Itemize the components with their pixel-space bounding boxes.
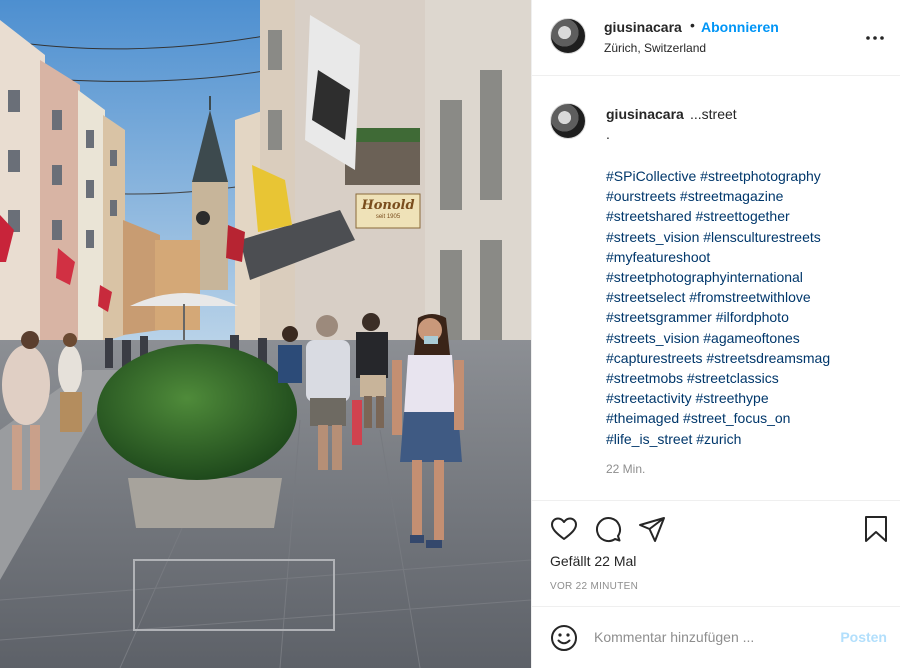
follow-separator: • [690,17,695,33]
hashtag-line[interactable]: #streetmobs #streetclassics [606,368,891,388]
emoji-icon[interactable] [550,624,578,652]
hashtag-list: #SPiCollective #streetphotography #ourst… [606,166,891,449]
comment-form: Posten [532,606,900,668]
comment-icon[interactable] [594,515,622,543]
caption-username-link[interactable]: giusinacara [606,106,684,122]
caption-avatar[interactable] [550,103,586,139]
more-options-icon[interactable] [863,28,887,48]
hashtag-line[interactable]: #capturestreets #streetsdreamsmag [606,348,891,368]
share-icon[interactable] [638,515,666,543]
post-photo[interactable]: Honold seit 1905 [0,0,531,668]
caption-first-line: ...street [690,106,737,122]
avatar[interactable] [550,18,586,54]
comment-input[interactable] [594,625,824,649]
caption-dot-line: . [606,126,610,142]
hashtag-line[interactable]: #streetsgrammer #ilfordphoto [606,307,891,327]
follow-button[interactable]: Abonnieren [701,19,779,35]
location-link[interactable]: Zürich, Switzerland [604,41,706,55]
heart-icon[interactable] [550,515,578,543]
hashtag-line[interactable]: #myfeatureshoot [606,247,891,267]
hashtag-line[interactable]: #SPiCollective #streetphotography [606,166,891,186]
shop-sign-name: Honold [361,198,415,213]
shop-sign-sub: seit 1905 [375,214,401,220]
post-caption: giusinacara ...street . #SPiCollective #… [532,76,900,500]
likes-count[interactable]: Gefällt 22 Mal [550,553,636,569]
hashtag-line[interactable]: #streets_vision #lensculturestreets [606,227,891,247]
post-comment-button[interactable]: Posten [840,629,887,645]
hashtag-line[interactable]: #streetshared #streettogether [606,206,891,226]
street-scene [0,0,531,668]
hashtag-line[interactable]: #streetactivity #streethype [606,388,891,408]
hashtag-line[interactable]: #ourstreets #streetmagazine [606,186,891,206]
post-details-panel: giusinacara • Abonnieren Zürich, Switzer… [531,0,900,668]
post-actions: Gefällt 22 Mal VOR 22 MINUTEN [532,500,900,606]
post-timestamp: VOR 22 MINUTEN [550,581,639,592]
username-link[interactable]: giusinacara [604,19,682,35]
hashtag-line[interactable]: #streets_vision #agameoftones [606,328,891,348]
hashtag-line[interactable]: #life_is_street #zurich [606,429,891,449]
instagram-post: Honold seit 1905 giusinacara • Abonniere… [0,0,900,668]
caption-timestamp: 22 Min. [606,462,646,476]
post-header: giusinacara • Abonnieren Zürich, Switzer… [532,0,900,76]
hashtag-line[interactable]: #streetphotographyinternational [606,267,891,287]
bookmark-icon[interactable] [862,515,890,543]
hashtag-line[interactable]: #theimaged #street_focus_on [606,408,891,428]
shop-sign: Honold seit 1905 [356,194,420,228]
hashtag-line[interactable]: #streetselect #fromstreetwithlove [606,287,891,307]
